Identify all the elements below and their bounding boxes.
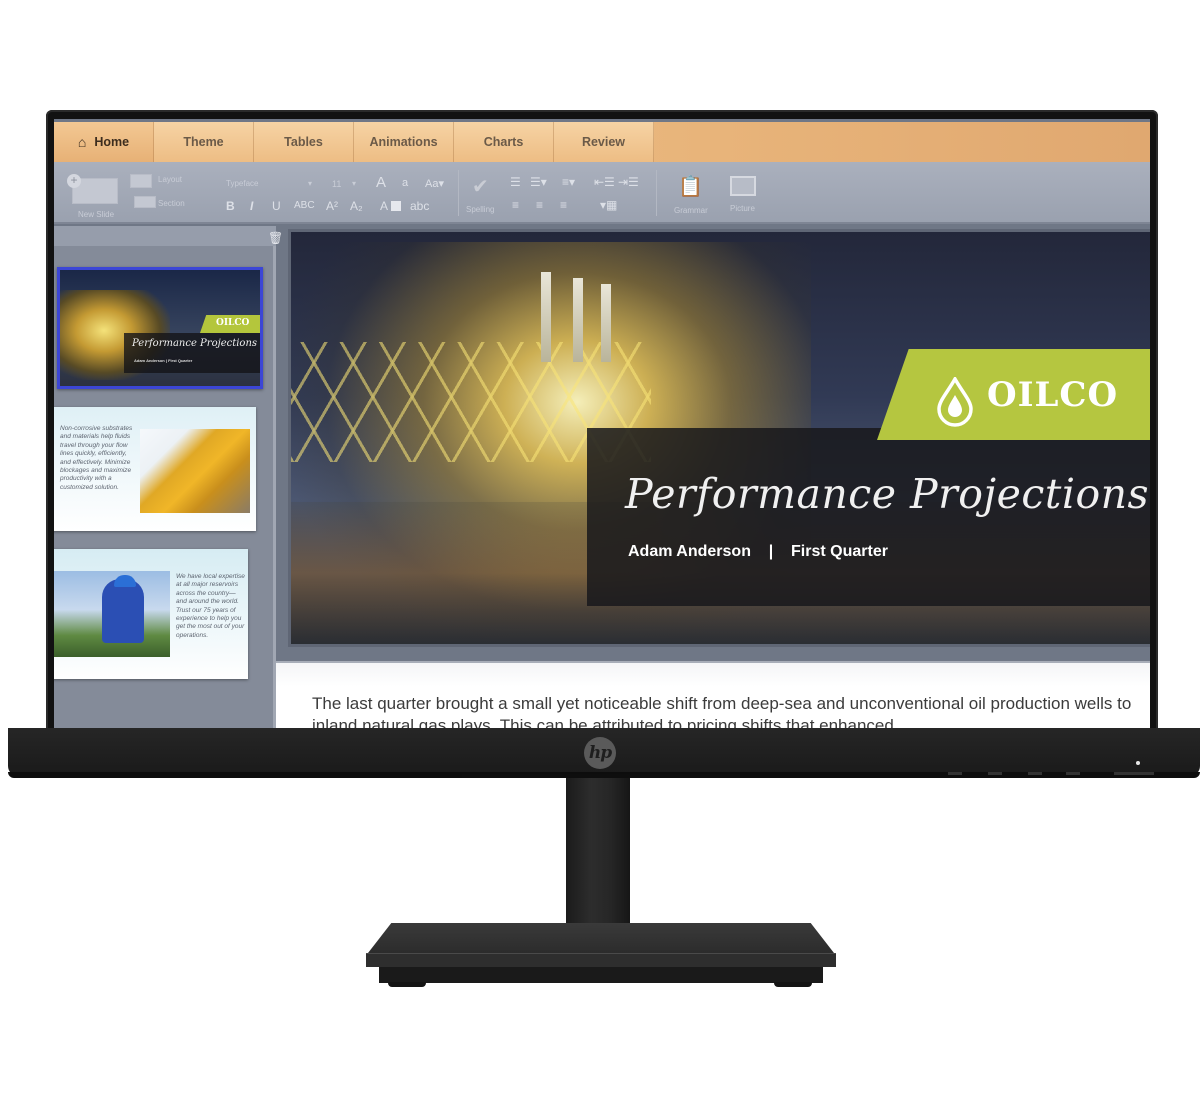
tab-label: Animations [369, 135, 438, 149]
font-size-dropdown-icon[interactable]: ▾ [352, 179, 356, 188]
layout-icon [130, 174, 152, 188]
ribbon-toolbar: + New Slide Layout Section Typeface ▾ 11… [54, 162, 1150, 224]
decrease-indent-icon[interactable]: ⇤☰ [594, 175, 615, 189]
thumbnail-body-text: We have local expertise at all major res… [176, 573, 245, 639]
underline-button[interactable]: U [272, 199, 281, 213]
layout-label: Layout [158, 175, 183, 184]
speaker-notes-pane[interactable]: The last quarter brought a small yet not… [276, 661, 1150, 730]
tab-home[interactable]: ⌂ Home [54, 122, 154, 162]
highlight-label: A [380, 199, 389, 213]
tab-label: Theme [183, 135, 224, 149]
tab-label: Tables [284, 135, 323, 149]
slide-thumbnail-2[interactable]: Non-corrosive substrates and materials h… [54, 407, 256, 531]
spelling-label: Spelling [466, 205, 495, 214]
tab-animations[interactable]: Animations [354, 122, 454, 162]
toolbar-divider [656, 170, 657, 216]
osd-button[interactable] [988, 772, 1002, 775]
stand-base-edge [366, 953, 836, 967]
increase-indent-icon[interactable]: ⇥☰ [618, 175, 639, 189]
rig-smokestack [541, 272, 551, 362]
panel-header [54, 226, 276, 246]
stand-neck [566, 778, 630, 938]
toolbar-divider [458, 170, 459, 216]
strikethrough-button[interactable]: ABC [294, 200, 315, 211]
stand-base-top [368, 923, 834, 953]
home-icon: ⌂ [77, 134, 87, 150]
tab-tables[interactable]: Tables [254, 122, 354, 162]
osd-button[interactable] [948, 772, 962, 775]
numbered-list-icon[interactable]: ☰▾ [530, 175, 547, 189]
main-slide-canvas[interactable]: OILCO Performance Projections Adam Ander… [291, 232, 1150, 644]
plus-icon: + [67, 174, 81, 188]
grammar-label: Grammar [674, 206, 708, 215]
slide-title: Performance Projections [625, 470, 1150, 518]
lowercase-button[interactable]: abc [410, 199, 429, 213]
section-icon [134, 196, 156, 208]
picture-label: Picture [730, 204, 755, 213]
hp-logo: hp [584, 737, 616, 769]
typeface-dropdown-icon[interactable]: ▾ [308, 179, 312, 188]
thumbnail-body-text: Non-corrosive substrates and materials h… [60, 425, 133, 491]
slide-thumbnail-1[interactable]: OILCO Performance Projections Adam Ander… [57, 267, 263, 389]
stand-foot [774, 982, 812, 987]
align-right-icon[interactable]: ≡ [536, 198, 543, 212]
tab-label: Home [94, 135, 130, 149]
change-case-button[interactable]: Aa▾ [425, 177, 444, 190]
highlight-color-swatch [391, 201, 401, 211]
tab-review[interactable]: Review [554, 122, 654, 162]
tab-label: Review [581, 135, 626, 149]
subscript-button[interactable]: A₂ [350, 199, 363, 213]
brand-name: OILCO [987, 375, 1119, 415]
power-led-icon [1136, 761, 1140, 765]
grow-font-button[interactable]: A [376, 174, 386, 191]
multilevel-list-icon[interactable]: ≡▾ [562, 175, 575, 189]
tab-label: Charts [483, 135, 524, 149]
trash-icon[interactable]: 🗑 [268, 231, 283, 245]
stand-foot [388, 982, 426, 987]
oil-drop-icon [937, 377, 973, 427]
subtitle-separator: | [768, 543, 774, 560]
typeface-select[interactable]: Typeface [226, 179, 258, 188]
justify-icon[interactable]: ≡ [560, 198, 567, 212]
align-center-icon[interactable]: ≡ [512, 198, 519, 212]
stand-base-bottom [379, 967, 823, 983]
bold-button[interactable]: B [226, 199, 235, 213]
font-size-select[interactable]: 11 [332, 179, 341, 189]
section-label: Section [158, 199, 185, 208]
thumbnail-pipe-image [140, 429, 250, 513]
period-label: First Quarter [791, 543, 888, 560]
helmet-shape [114, 575, 136, 587]
speaker-notes-text: The last quarter brought a small yet not… [312, 694, 1132, 730]
thumbnail-brand: OILCO [216, 318, 250, 328]
clipboard-check-icon: 📋 [678, 176, 703, 198]
slide-thumbnail-3[interactable]: We have local expertise at all major res… [54, 549, 248, 679]
tab-charts[interactable]: Charts [454, 122, 554, 162]
slide-subtitle: Adam Anderson | First Quarter [628, 543, 888, 561]
ribbon-tab-bar: ⌂ Home Theme Tables Animations Charts Re… [54, 122, 1150, 162]
picture-icon [730, 176, 756, 196]
italic-button[interactable]: I [250, 199, 253, 213]
bullet-list-icon[interactable]: ☰ [510, 175, 521, 189]
table-icon[interactable]: ▾▦ [600, 198, 617, 212]
rig-smokestack [601, 284, 611, 362]
thumbnail-subtitle: Adam Anderson | First Quarter [134, 358, 193, 363]
monitor-screen: ⌂ Home Theme Tables Animations Charts Re… [54, 119, 1150, 730]
osd-button[interactable] [1028, 772, 1042, 775]
presenter-name: Adam Anderson [628, 543, 751, 560]
osd-button[interactable] [1066, 772, 1080, 775]
thumbnail-title: Performance Projections [132, 338, 258, 349]
new-slide-label: New Slide [78, 210, 115, 219]
superscript-button[interactable]: A² [326, 199, 338, 213]
worker-figure [102, 579, 144, 643]
tab-theme[interactable]: Theme [154, 122, 254, 162]
rig-smokestack [573, 278, 583, 362]
shrink-font-button[interactable]: a [402, 177, 408, 189]
checkmark-icon: ✔ [472, 176, 489, 198]
power-button[interactable] [1114, 772, 1154, 775]
